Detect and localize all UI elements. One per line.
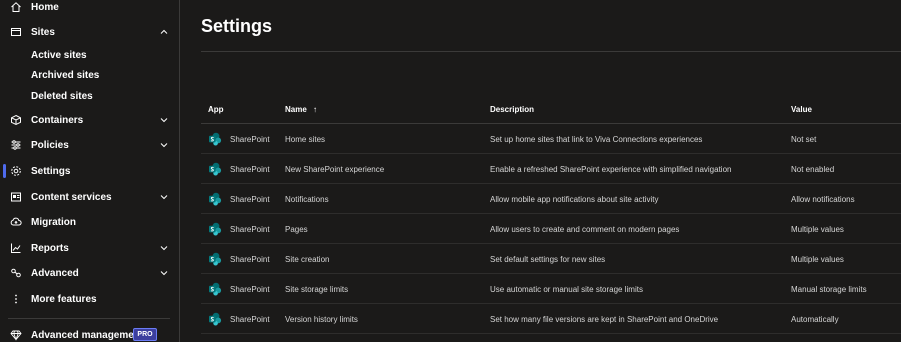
- table-row[interactable]: SharePoint Site creation Set default setti…: [201, 244, 901, 274]
- sort-ascending-icon: ↑: [313, 105, 318, 114]
- cell-app: SharePoint: [230, 195, 270, 204]
- nav-policies-label: Policies: [31, 139, 69, 151]
- nav-sites-label: Sites: [31, 26, 55, 38]
- nav-deleted-sites[interactable]: Deleted sites: [31, 89, 93, 105]
- pro-badge: PRO: [133, 328, 157, 341]
- advanced-icon: [9, 266, 23, 280]
- nav-reports[interactable]: Reports: [0, 237, 179, 259]
- sidebar-divider: [8, 318, 170, 319]
- nav-policies[interactable]: Policies: [0, 134, 179, 156]
- chevron-down-icon[interactable]: [159, 268, 169, 278]
- sharepoint-icon: [208, 192, 222, 206]
- chevron-down-icon[interactable]: [159, 140, 169, 150]
- cell-name[interactable]: New SharePoint experience: [285, 165, 384, 174]
- nav-more-features-label: More features: [31, 293, 97, 305]
- more-icon: [9, 292, 23, 306]
- cell-name[interactable]: Notifications: [285, 195, 329, 204]
- cell-value: Not set: [791, 135, 817, 144]
- cell-value: Allow notifications: [791, 195, 855, 204]
- column-header-app[interactable]: App: [208, 105, 224, 114]
- cell-description: Set up home sites that link to Viva Conn…: [490, 135, 703, 144]
- column-header-name[interactable]: Name ↑: [285, 105, 317, 114]
- sharepoint-icon: [208, 312, 222, 326]
- table-row[interactable]: SharePoint Version history limits Set how …: [201, 304, 901, 334]
- sidebar: Home Sites Active sites Archived sites D…: [0, 0, 180, 342]
- nav-migration[interactable]: Migration: [0, 211, 179, 233]
- diamond-icon: [9, 328, 23, 342]
- page-title: Settings: [201, 16, 273, 36]
- nav-reports-label: Reports: [31, 242, 69, 254]
- title-divider: [201, 51, 901, 52]
- nav-content-services-label: Content services: [31, 191, 112, 203]
- nav-advanced-management-label: Advanced management: [31, 329, 144, 341]
- chevron-down-icon[interactable]: [159, 115, 169, 125]
- nav-content-services[interactable]: Content services: [0, 186, 179, 208]
- cell-app: SharePoint: [230, 165, 270, 174]
- cell-description: Allow users to create and comment on mod…: [490, 225, 680, 234]
- nav-settings[interactable]: Settings: [0, 160, 179, 182]
- cell-name[interactable]: Pages: [285, 225, 308, 234]
- cell-value: Automatically: [791, 315, 839, 324]
- chevron-down-icon[interactable]: [159, 243, 169, 253]
- sites-icon: [9, 25, 23, 39]
- policies-icon: [9, 138, 23, 152]
- reports-icon: [9, 241, 23, 255]
- cell-value: Multiple values: [791, 225, 844, 234]
- nav-containers[interactable]: Containers: [0, 109, 179, 131]
- cell-description: Set default settings for new sites: [490, 255, 606, 264]
- sharepoint-icon: [208, 222, 222, 236]
- nav-containers-label: Containers: [31, 114, 84, 126]
- cell-description: Enable a refreshed SharePoint experience…: [490, 165, 732, 174]
- nav-advanced-label: Advanced: [31, 267, 79, 279]
- nav-advanced[interactable]: Advanced: [0, 262, 179, 284]
- column-header-value[interactable]: Value: [791, 105, 812, 114]
- cell-app: SharePoint: [230, 225, 270, 234]
- main-content: Settings App Name ↑ Description Value Sh…: [181, 0, 901, 342]
- cell-description: Set how many file versions are kept in S…: [490, 315, 719, 324]
- cell-app: SharePoint: [230, 135, 270, 144]
- cell-app: SharePoint: [230, 315, 270, 324]
- table-row[interactable]: SharePoint Notifications Allow mobile app …: [201, 184, 901, 214]
- table-row[interactable]: SharePoint Home sites Set up home sites th…: [201, 124, 901, 154]
- cell-app: SharePoint: [230, 255, 270, 264]
- column-header-description[interactable]: Description: [490, 105, 534, 114]
- home-icon: [9, 0, 23, 14]
- cell-name[interactable]: Version history limits: [285, 315, 358, 324]
- cell-name[interactable]: Site creation: [285, 255, 329, 264]
- sharepoint-icon: [208, 282, 222, 296]
- table-row[interactable]: SharePoint New SharePoint experience Enabl…: [201, 154, 901, 184]
- cell-name[interactable]: Home sites: [285, 135, 325, 144]
- nav-migration-label: Migration: [31, 216, 76, 228]
- cell-value: Not enabled: [791, 165, 835, 174]
- nav-home[interactable]: Home: [0, 0, 179, 18]
- nav-settings-label: Settings: [31, 165, 71, 177]
- migration-icon: [9, 215, 23, 229]
- sharepoint-icon: [208, 132, 222, 146]
- cell-value: Multiple values: [791, 255, 844, 264]
- table-row[interactable]: SharePoint Site storage limits Use automat…: [201, 274, 901, 304]
- content-services-icon: [9, 190, 23, 204]
- chevron-up-icon[interactable]: [159, 27, 169, 37]
- containers-icon: [9, 113, 23, 127]
- cell-app: SharePoint: [230, 285, 270, 294]
- nav-more-features[interactable]: More features: [0, 288, 179, 310]
- nav-home-label: Home: [31, 1, 59, 13]
- cell-description: Use automatic or manual site storage lim…: [490, 285, 643, 294]
- sharepoint-icon: [208, 162, 222, 176]
- column-header-name-label: Name: [285, 105, 307, 114]
- nav-sites[interactable]: Sites: [0, 21, 179, 43]
- chevron-down-icon[interactable]: [159, 192, 169, 202]
- nav-archived-sites[interactable]: Archived sites: [31, 68, 99, 84]
- cell-value: Manual storage limits: [791, 285, 867, 294]
- settings-icon: [9, 164, 23, 178]
- sharepoint-icon: [208, 252, 222, 266]
- table-row[interactable]: SharePoint Pages Allow users to create and…: [201, 214, 901, 244]
- cell-description: Allow mobile app notifications about sit…: [490, 195, 659, 204]
- cell-name[interactable]: Site storage limits: [285, 285, 348, 294]
- nav-active-sites[interactable]: Active sites: [31, 48, 87, 64]
